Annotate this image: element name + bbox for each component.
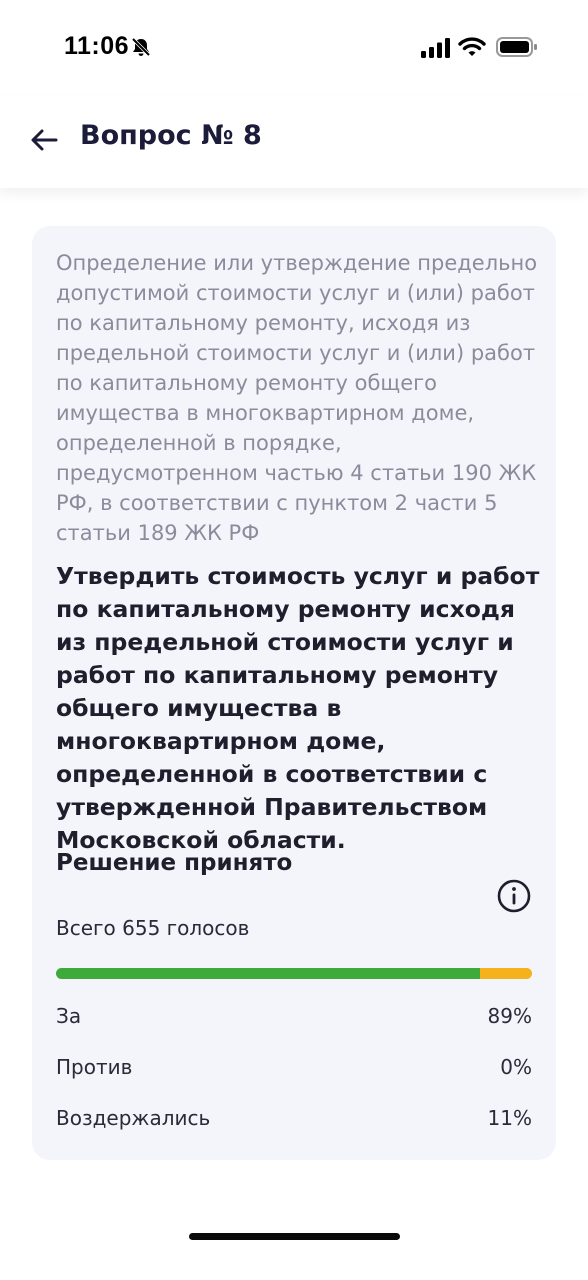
signal-icon — [421, 38, 450, 58]
question-text: Определение или утверждение предельно до… — [56, 251, 538, 545]
vote-bar-segment — [479, 968, 532, 979]
page-title: Вопрос № 8 — [80, 120, 262, 151]
app-header: Вопрос № 8 — [0, 96, 588, 188]
info-circle-icon[interactable] — [496, 878, 532, 914]
vote-bar-segment — [56, 968, 480, 979]
status-time: 11:06 — [64, 32, 130, 60]
vote-label: Воздержались — [56, 1106, 211, 1130]
home-indicator[interactable] — [189, 1233, 400, 1240]
arrow-left-icon — [31, 129, 58, 151]
vote-percent: 89% — [487, 1004, 532, 1028]
question-card: Определение или утверждение предельно до… — [32, 226, 556, 1160]
back-button[interactable] — [22, 118, 66, 162]
wifi-icon — [458, 37, 486, 56]
total-votes: Всего 655 голосов — [56, 916, 250, 940]
vote-percent: 11% — [487, 1106, 532, 1130]
battery-icon — [496, 37, 537, 57]
result-status: Решение принято — [56, 850, 293, 876]
status-bar: 11:06 — [0, 0, 588, 96]
vote-row-against: Против 0% — [56, 1055, 532, 1079]
vote-label: Против — [56, 1055, 133, 1079]
vote-progress-bar — [56, 968, 532, 979]
vote-row-abstained: Воздержались 11% — [56, 1106, 532, 1130]
vote-percent: 0% — [500, 1055, 532, 1079]
decision-text: Утвердить стоимость услуг и работ по кап… — [56, 562, 540, 854]
vote-label: За — [56, 1004, 82, 1028]
bell-slash-icon — [131, 37, 151, 57]
vote-row-for: За 89% — [56, 1004, 532, 1028]
